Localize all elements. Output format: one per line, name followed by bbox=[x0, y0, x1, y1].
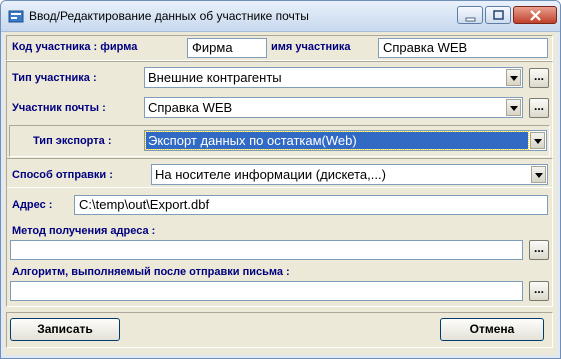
maximize-button[interactable] bbox=[485, 6, 511, 24]
mail-member-value: Справка WEB bbox=[148, 100, 233, 115]
member-name-field[interactable]: Справка WEB bbox=[378, 38, 548, 58]
save-button[interactable]: Записать bbox=[10, 318, 120, 341]
export-type-select[interactable]: Экспорт данных по остаткам(Web) bbox=[144, 130, 547, 151]
chevron-down-icon[interactable] bbox=[530, 132, 545, 149]
address-method-field[interactable] bbox=[10, 240, 523, 260]
maximize-icon bbox=[493, 10, 504, 20]
firm-code-field[interactable]: Фирма bbox=[187, 38, 267, 58]
post-send-algorithm-label: Алгоритм, выполняемый после отправки пис… bbox=[12, 266, 290, 278]
send-method-label: Способ отправки : bbox=[12, 169, 113, 181]
address-label: Адрес : bbox=[12, 199, 53, 211]
export-panel: Тип экспорта : Экспорт данных по остатка… bbox=[9, 125, 550, 157]
export-type-label: Тип экспорта : bbox=[33, 135, 112, 147]
send-method-select[interactable]: На носителе информации (дискета,...) bbox=[151, 164, 548, 185]
chevron-down-icon[interactable] bbox=[531, 166, 546, 183]
member-name-label: имя участника bbox=[271, 41, 351, 53]
address-field[interactable]: C:\temp\out\Export.dbf bbox=[74, 195, 548, 215]
chevron-down-icon[interactable] bbox=[506, 99, 521, 116]
dialog-client: Код участника : фирма Фирма имя участник… bbox=[4, 32, 557, 355]
minimize-icon bbox=[465, 17, 476, 22]
minimize-button[interactable] bbox=[457, 6, 483, 24]
member-type-select[interactable]: Внешние контрагенты bbox=[144, 67, 523, 88]
member-type-label: Тип участника : bbox=[12, 72, 97, 84]
mail-member-label: Участник почты : bbox=[12, 102, 106, 114]
delivery-panel: Способ отправки : На носителе информации… bbox=[6, 158, 553, 307]
chevron-down-icon[interactable] bbox=[506, 69, 521, 86]
post-send-algorithm-field[interactable] bbox=[10, 281, 523, 301]
actions-panel: Записать Отмена bbox=[6, 312, 553, 348]
code-label: Код участника : фирма bbox=[12, 41, 138, 53]
address-method-label: Метод получения адреса : bbox=[12, 225, 156, 237]
app-icon bbox=[8, 10, 24, 23]
send-method-value: На носителе информации (дискета,...) bbox=[155, 167, 386, 182]
close-icon bbox=[530, 10, 541, 21]
post-send-algorithm-browse-button[interactable]: ... bbox=[529, 281, 549, 301]
mail-member-select[interactable]: Справка WEB bbox=[144, 97, 523, 118]
dialog-window: Ввод/Редактирование данных об участнике … bbox=[0, 0, 561, 359]
member-id-panel: Код участника : фирма Фирма имя участник… bbox=[6, 35, 553, 61]
address-method-browse-button[interactable]: ... bbox=[529, 240, 549, 260]
member-type-browse-button[interactable]: ... bbox=[529, 68, 549, 88]
export-type-value: Экспорт данных по остаткам(Web) bbox=[145, 131, 529, 150]
cancel-button[interactable]: Отмена bbox=[440, 318, 544, 341]
close-button[interactable] bbox=[513, 6, 557, 24]
window-title: Ввод/Редактирование данных об участнике … bbox=[29, 9, 309, 23]
member-type-value: Внешние контрагенты bbox=[148, 70, 282, 85]
mail-member-browse-button[interactable]: ... bbox=[529, 98, 549, 118]
title-bar[interactable]: Ввод/Редактирование данных об участнике … bbox=[1, 1, 560, 32]
